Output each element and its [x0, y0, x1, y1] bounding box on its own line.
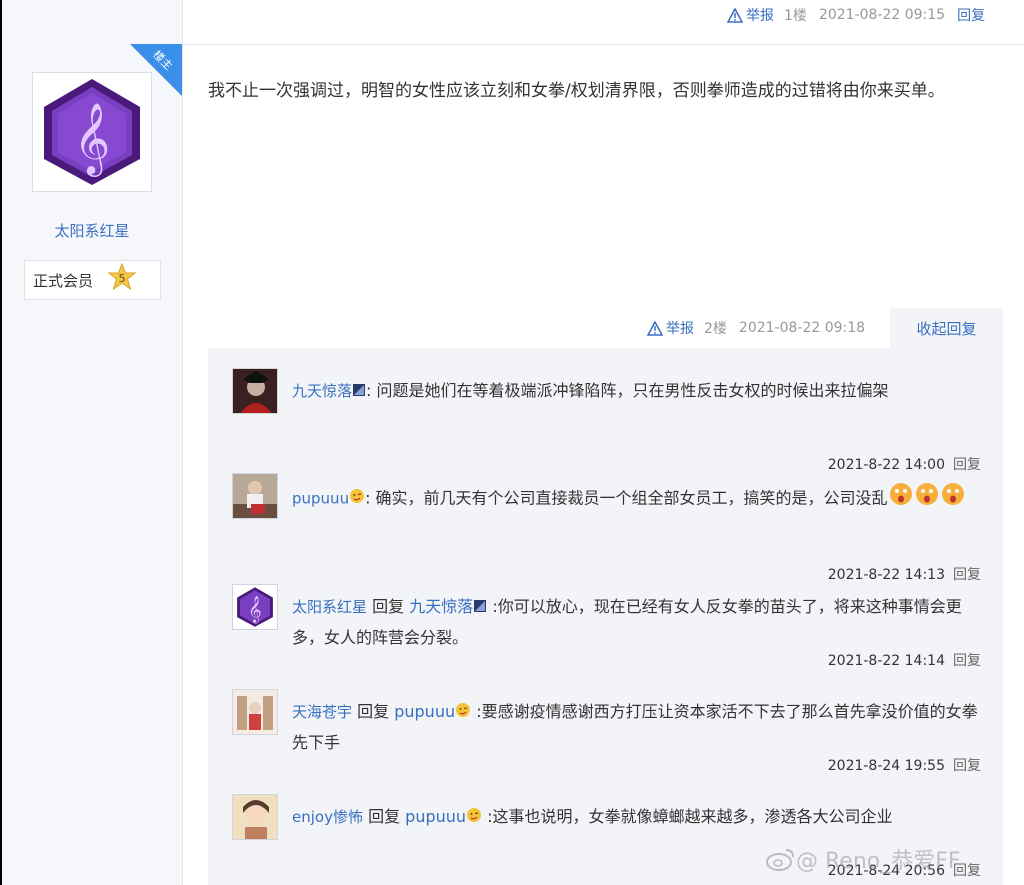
- reply-button[interactable]: 回复: [953, 758, 981, 774]
- reply-content: : 确实，前几天有个公司直接裁员一个组全部女员工，搞笑的是，公司没乱: [365, 488, 888, 508]
- reply-text: 天海苍宇 回复 pupuuu :要感谢疫情感谢西方打压让资本家活不下去了那么首先…: [292, 697, 982, 758]
- reply-target-link[interactable]: 九天惊落: [409, 597, 473, 616]
- emoji-badge-icon: [349, 484, 365, 514]
- reply-author-link[interactable]: pupuuu: [292, 490, 349, 508]
- report-label: 举报: [746, 8, 774, 24]
- reply-author-link[interactable]: 天海苍宇: [292, 703, 352, 721]
- avatar[interactable]: [232, 473, 278, 519]
- svg-text:𝄞: 𝄞: [74, 101, 111, 177]
- reply-text: 太阳系红星 回复 九天惊落 :你可以放心，现在已经有女人反女拳的苗头了，将来这种…: [292, 592, 982, 653]
- floor-number: 2楼: [704, 321, 727, 337]
- reply-text: pupuuu : 确实，前几天有个公司直接裁员一个组全部女员工，搞笑的是，公司没乱: [292, 481, 982, 517]
- warning-icon: [727, 7, 743, 23]
- reply-meta: 2021-8-22 14:00 回复: [828, 454, 981, 474]
- weibo-watermark: @ Reno_恭爱FF: [766, 843, 961, 875]
- avatar[interactable]: [232, 368, 278, 414]
- post-time: 2021-08-22 09:15: [818, 7, 946, 23]
- weibo-logo-icon: [766, 849, 794, 871]
- reply-button[interactable]: 回复: [953, 567, 981, 583]
- level-star-icon: 5: [107, 262, 137, 297]
- post1-meta: 举报 1楼 2021-08-22 09:15 回复: [727, 5, 985, 25]
- post-content: 我不止一次强调过，明智的女性应该立刻和女拳/权划清界限，否则拳师造成的过错将由你…: [208, 81, 945, 101]
- report-link[interactable]: 举报: [647, 318, 694, 338]
- surprised-emoji-icon: [940, 481, 966, 517]
- reply-author-link[interactable]: enjoy惨怖: [292, 808, 363, 826]
- reply-content: : 问题是她们在等着极端派冲锋陷阵，只在男性反击女权的时候出来拉偏架: [366, 381, 889, 400]
- reply-author-link[interactable]: 太阳系红星: [292, 598, 367, 616]
- collapse-replies-button[interactable]: 收起回复: [890, 308, 1003, 348]
- reply-time: 2021-8-22 14:00: [827, 457, 945, 473]
- author-name-link[interactable]: 太阳系红星: [2, 220, 182, 241]
- reply-word: 回复: [357, 702, 390, 721]
- svg-text:𝄞: 𝄞: [248, 597, 262, 624]
- emoji-badge-icon: [455, 698, 471, 728]
- reply-list: 九天惊落 : 问题是她们在等着极端派冲锋陷阵，只在男性反击女权的时候出来拉偏架 2…: [208, 348, 1003, 885]
- flag-icon: [473, 593, 487, 623]
- reply-time: 2021-8-24 19:55: [827, 758, 945, 774]
- reply-meta: 2021-8-24 19:55 回复: [828, 755, 981, 775]
- reply-time: 2021-8-22 14:13: [827, 567, 945, 583]
- flag-icon: [352, 377, 366, 407]
- avatar[interactable]: 𝄞: [232, 584, 278, 630]
- member-rank-label: 正式会员: [33, 271, 94, 290]
- floor-number: 1楼: [784, 8, 807, 24]
- emoji-badge-icon: [466, 803, 482, 833]
- reply-target-link[interactable]: pupuuu: [394, 702, 455, 721]
- reply-word: 回复: [368, 807, 401, 826]
- warning-icon: [647, 320, 663, 336]
- reply-target-link[interactable]: pupuuu: [405, 807, 466, 826]
- reply-meta: 2021-8-22 14:14 回复: [828, 650, 981, 670]
- reply-time: 2021-8-22 14:14: [827, 653, 945, 669]
- avatar[interactable]: [232, 794, 278, 840]
- reply-text: 九天惊落 : 问题是她们在等着极端派冲锋陷阵，只在男性反击女权的时候出来拉偏架: [292, 376, 982, 407]
- watermark-text: @ Reno_恭爱FF: [796, 849, 961, 874]
- reply-word: 回复: [372, 597, 405, 616]
- reply-meta: 2021-8-22 14:13 回复: [828, 564, 981, 584]
- member-rank-badge: 正式会员 5: [24, 260, 161, 300]
- reply-content: :这事也说明，女拳就像蟑螂越来越多，渗透各大公司企业: [487, 807, 893, 826]
- reply-button[interactable]: 回复: [953, 457, 981, 473]
- avatar[interactable]: [232, 689, 278, 735]
- report-label: 举报: [666, 321, 694, 337]
- reply-author-link[interactable]: 九天惊落: [292, 382, 352, 400]
- surprised-emoji-icon: [914, 481, 940, 517]
- post-time: 2021-08-22 09:18: [738, 320, 866, 336]
- reply-button[interactable]: 回复: [953, 653, 981, 669]
- report-link[interactable]: 举报: [727, 5, 774, 25]
- thread-starter-corner-badge: 楼主: [130, 44, 182, 96]
- reply-text: enjoy惨怖 回复 pupuuu :这事也说明，女拳就像蟑螂越来越多，渗透各大…: [292, 802, 982, 833]
- surprised-emoji-icon: [888, 481, 914, 517]
- post2-meta: 举报 2楼 2021-08-22 09:18: [647, 318, 865, 338]
- svg-text:5: 5: [119, 272, 126, 285]
- reply-link[interactable]: 回复: [957, 5, 985, 25]
